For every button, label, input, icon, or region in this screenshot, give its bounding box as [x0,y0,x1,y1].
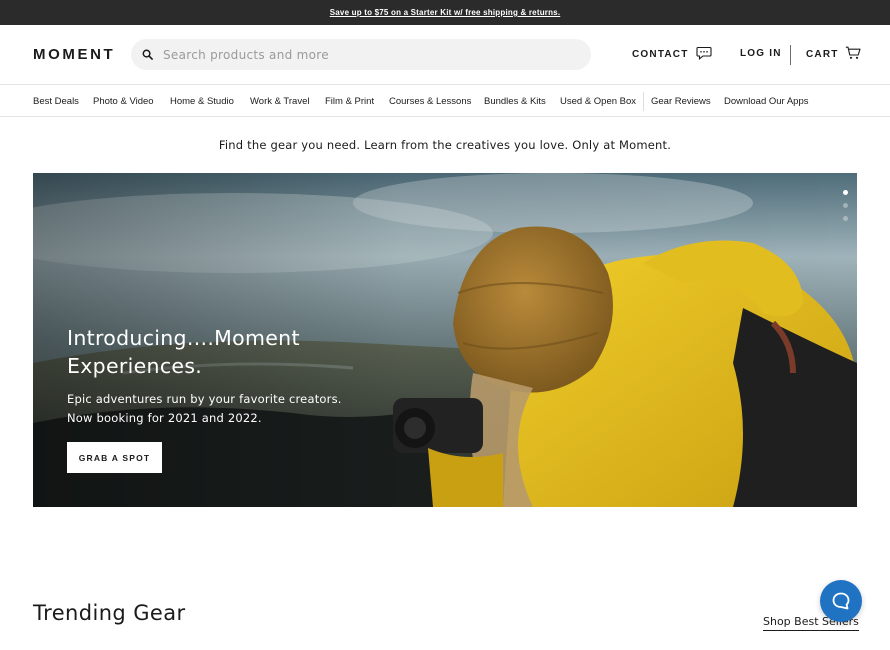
search-icon [142,49,153,60]
nav-item-gear-reviews[interactable]: Gear Reviews [651,96,711,107]
nav-item-bundles-kits[interactable]: Bundles & Kits [484,96,546,107]
contact-link[interactable]: CONTACT [632,46,712,60]
carousel-dot[interactable] [843,203,848,208]
nav-item-film-print[interactable]: Film & Print [325,96,374,107]
login-link[interactable]: LOG IN [740,48,782,59]
hero-subtitle: Epic adventures run by your favorite cre… [67,392,342,425]
grab-a-spot-button[interactable]: GRAB A SPOT [67,442,162,473]
nav-item-photo-video[interactable]: Photo & Video [93,96,154,107]
nav-item-home-studio[interactable]: Home & Studio [170,96,234,107]
category-nav: Best Deals Photo & Video Home & Studio W… [0,86,890,117]
carousel-dot[interactable] [843,190,848,195]
chat-bubble-icon [695,46,712,60]
contact-label: CONTACT [632,48,689,60]
chat-icon [832,592,850,610]
site-header: MOMENT CONTACT LOG IN CART [0,25,890,85]
trending-gear-heading: Trending Gear [33,601,186,625]
header-divider [790,45,791,65]
carousel-dots [843,190,849,229]
search-input[interactable] [163,47,563,62]
hero-title: Introducing....Moment Experiences. [67,326,300,378]
nav-item-work-travel[interactable]: Work & Travel [250,96,309,107]
nav-item-courses-lessons[interactable]: Courses & Lessons [389,96,471,107]
carousel-dot[interactable] [843,216,848,221]
nav-item-used-open-box[interactable]: Used & Open Box [560,96,636,107]
hero-carousel[interactable]: Introducing....Moment Experiences. Epic … [33,173,857,507]
nav-item-best-deals[interactable]: Best Deals [33,96,79,107]
promo-link[interactable]: Save up to $75 on a Starter Kit w/ free … [330,8,561,17]
chat-widget-button[interactable] [820,580,862,622]
cart-label: CART [806,48,839,60]
nav-divider [643,92,644,111]
search-bar[interactable] [131,39,591,70]
promo-banner: Save up to $75 on a Starter Kit w/ free … [0,0,890,25]
cart-link[interactable]: CART [806,46,861,60]
logo[interactable]: MOMENT [33,46,115,63]
cart-icon [845,46,861,59]
nav-item-download-apps[interactable]: Download Our Apps [724,96,809,107]
tagline: Find the gear you need. Learn from the c… [218,138,672,152]
